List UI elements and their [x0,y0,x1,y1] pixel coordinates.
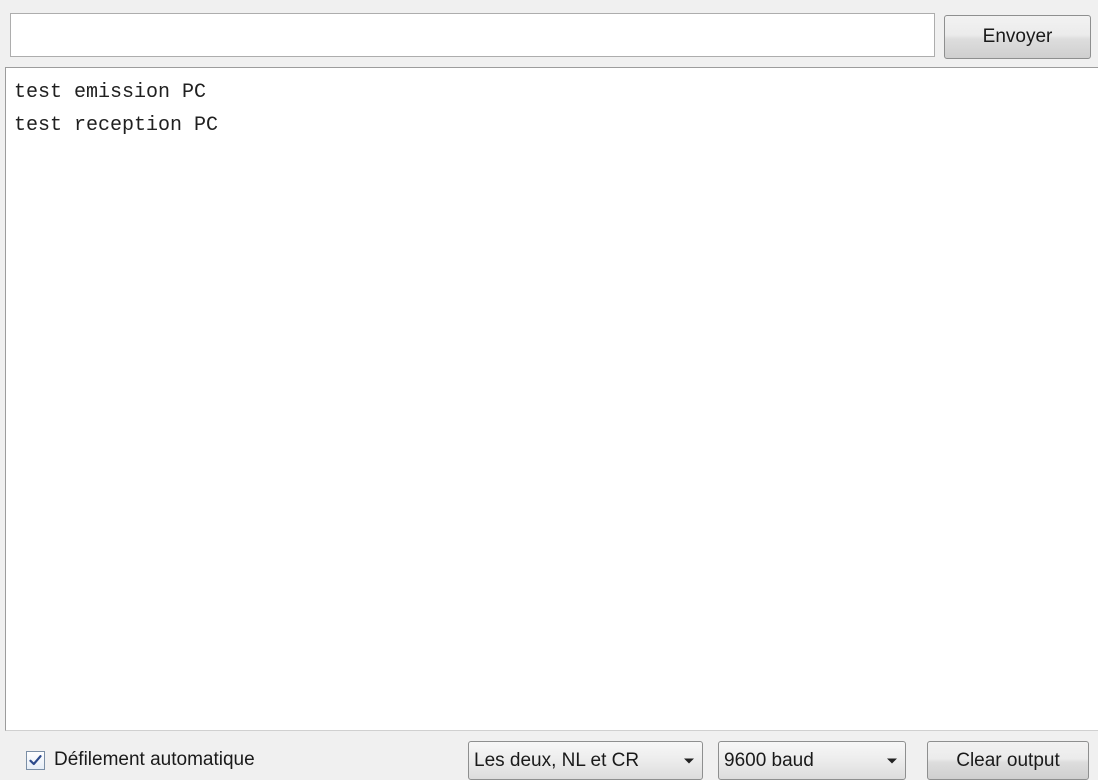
baud-rate-select[interactable]: 9600 baud [718,741,906,780]
serial-monitor-window: Envoyer test emission PC test reception … [0,0,1098,780]
checkmark-icon [29,754,42,765]
autoscroll-label: Défilement automatique [54,749,255,770]
chevron-down-icon [879,757,905,765]
line-ending-value: Les deux, NL et CR [474,749,640,771]
baud-rate-value: 9600 baud [724,749,814,771]
clear-output-button[interactable]: Clear output [927,741,1089,780]
send-button[interactable]: Envoyer [944,15,1091,59]
output-line: test reception PC [14,114,219,137]
chevron-down-icon [676,757,702,765]
clear-output-label: Clear output [956,749,1060,771]
autoscroll-toggle[interactable]: Défilement automatique [26,748,255,772]
serial-output[interactable]: test emission PC test reception PC [5,67,1098,731]
send-button-label: Envoyer [982,26,1053,47]
send-input[interactable] [10,13,935,57]
autoscroll-checkbox[interactable] [26,750,45,770]
line-ending-select[interactable]: Les deux, NL et CR [468,741,703,780]
output-line: test emission PC [14,81,207,104]
